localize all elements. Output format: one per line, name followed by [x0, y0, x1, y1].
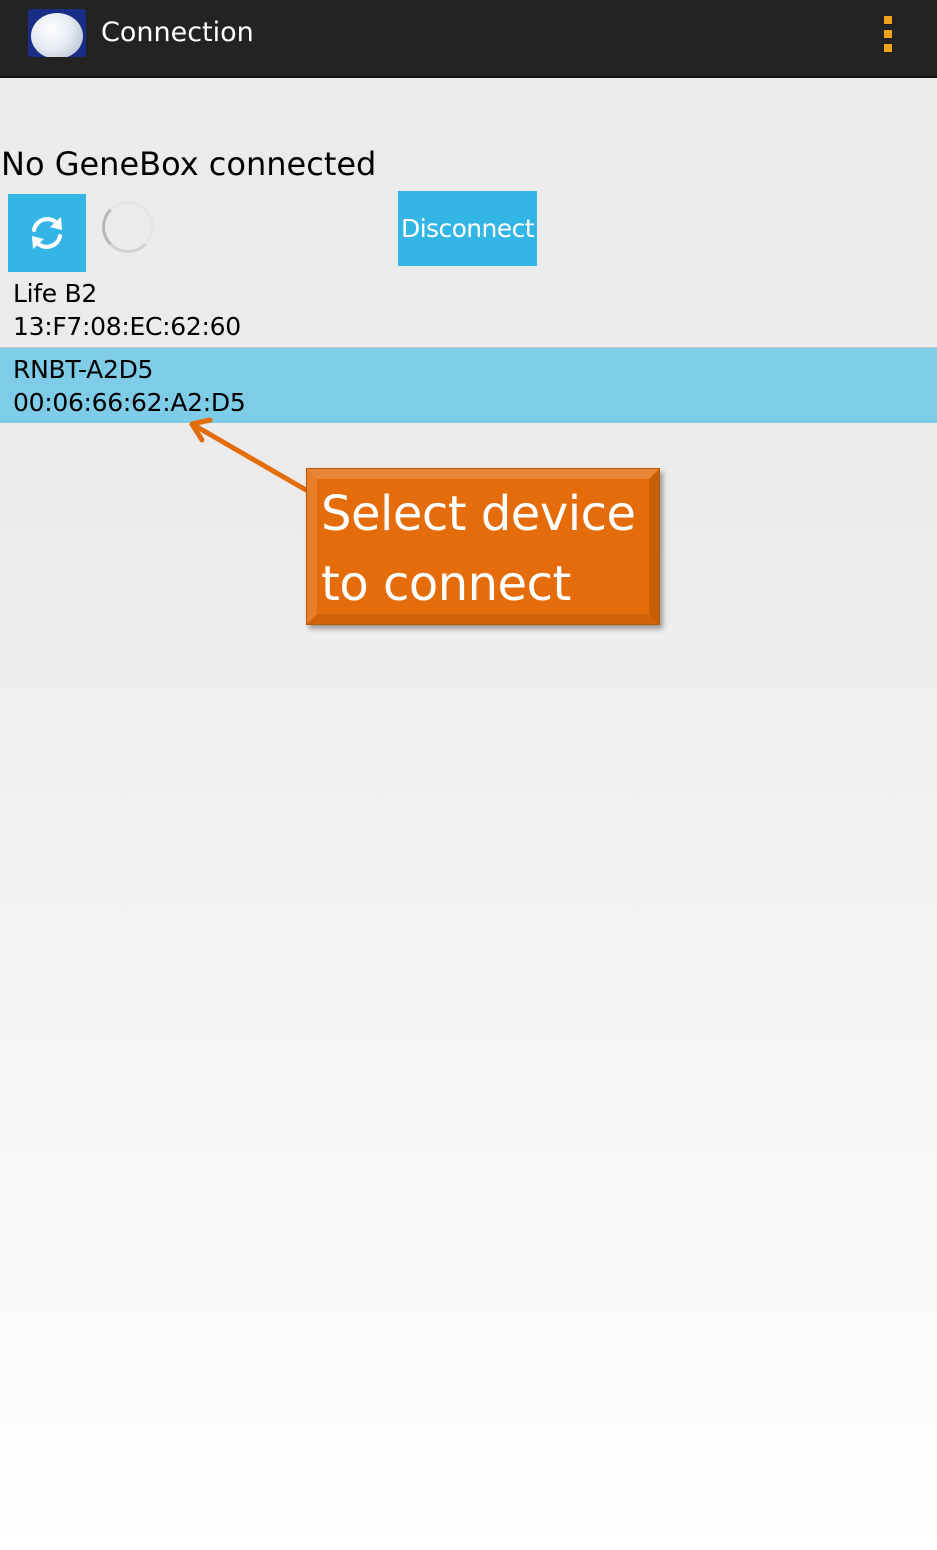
refresh-button[interactable] [8, 194, 86, 272]
app-logo-icon[interactable] [28, 9, 86, 57]
device-list-item-selected[interactable]: RNBT-A2D5 00:06:66:62:A2:D5 [0, 348, 937, 423]
device-name: Life B2 [13, 279, 97, 308]
device-address: 13:F7:08:EC:62:60 [13, 312, 241, 341]
callout-text: Select device to connect [321, 486, 636, 612]
connection-status-text: No GeneBox connected [1, 145, 377, 183]
device-name: RNBT-A2D5 [13, 355, 154, 384]
disconnect-button[interactable]: Disconnect [398, 191, 537, 266]
refresh-icon [31, 217, 63, 249]
app-title: Connection [101, 17, 254, 48]
loading-spinner [102, 201, 154, 253]
overflow-menu-icon[interactable] [876, 14, 900, 54]
instruction-callout: Select device to connect [306, 468, 660, 625]
action-bar: Connection [0, 0, 937, 78]
device-list-item[interactable]: Life B2 13:F7:08:EC:62:60 [0, 277, 937, 348]
callout-arrow-icon [189, 417, 309, 493]
